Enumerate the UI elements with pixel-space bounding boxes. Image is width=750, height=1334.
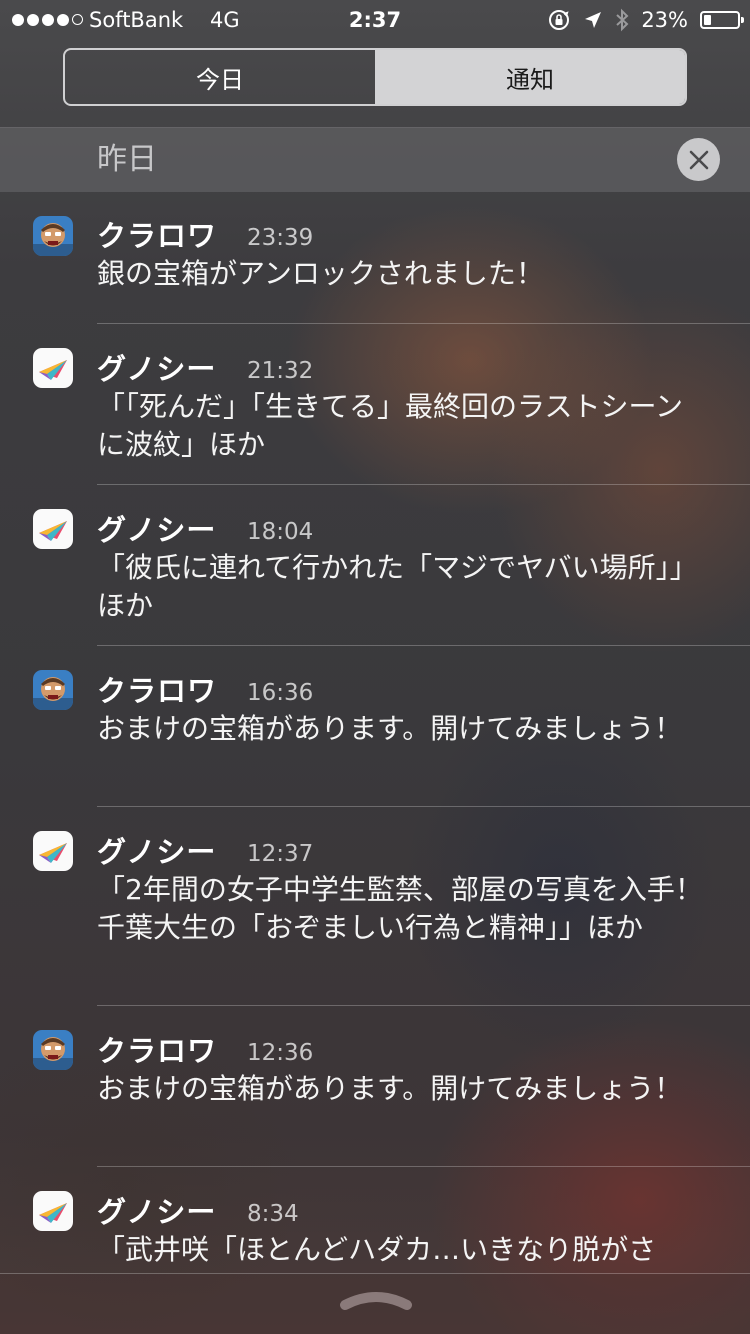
battery-fill bbox=[704, 15, 711, 25]
separator bbox=[97, 1005, 750, 1006]
separator bbox=[97, 323, 750, 324]
separator bbox=[97, 1166, 750, 1167]
chevron-up-grabber-icon[interactable] bbox=[339, 1285, 413, 1317]
bluetooth-icon bbox=[615, 8, 629, 32]
tab-today[interactable]: 今日 bbox=[65, 50, 375, 104]
notification-time: 21:32 bbox=[247, 358, 314, 384]
app-name: グノシー bbox=[97, 352, 217, 386]
gunosy-icon bbox=[33, 1191, 73, 1231]
separator bbox=[97, 806, 750, 807]
notification-time: 18:04 bbox=[247, 519, 314, 545]
notification-message: 「「死んだ」「生きてる」最終回のラストシーンに波紋」ほか bbox=[97, 390, 684, 461]
notification-message: 銀の宝箱がアンロックされました！ bbox=[97, 257, 544, 290]
notification-message: おまけの宝箱があります。開けてみましょう！ bbox=[97, 712, 683, 745]
separator bbox=[97, 484, 750, 485]
blurred-background bbox=[0, 0, 750, 1334]
status-bar: SoftBank 4G 2:37 23% bbox=[0, 0, 750, 40]
app-name: グノシー bbox=[97, 513, 217, 547]
notification-message: 「彼氏に連れて行かれた「マジでヤバい場所」」ほか bbox=[97, 551, 698, 622]
notification-message: おまけの宝箱があります。開けてみましょう！ bbox=[97, 1072, 683, 1105]
notification-time: 16:36 bbox=[247, 680, 314, 706]
notification-time: 8:34 bbox=[247, 1201, 299, 1227]
app-name: グノシー bbox=[97, 835, 217, 869]
section-header: 昨日 bbox=[0, 128, 750, 192]
gunosy-icon bbox=[33, 831, 73, 871]
notification-message: 「武井咲「ほとんどハダカ…いきなり脱がさ bbox=[97, 1233, 657, 1266]
app-name: クラロワ bbox=[97, 1034, 218, 1068]
battery-percent: 23% bbox=[641, 8, 688, 32]
view-segmented-control: 今日 通知 bbox=[63, 48, 687, 106]
notification-time: 12:36 bbox=[247, 1040, 314, 1066]
gunosy-icon bbox=[33, 348, 73, 388]
battery-icon bbox=[700, 11, 744, 29]
clash-royale-icon bbox=[33, 670, 73, 710]
location-arrow-icon bbox=[583, 10, 603, 30]
clear-section-button[interactable] bbox=[677, 138, 720, 181]
tab-notifications[interactable]: 通知 bbox=[375, 50, 685, 104]
clash-royale-icon bbox=[33, 216, 73, 256]
notification-time: 12:37 bbox=[247, 841, 314, 867]
app-name: グノシー bbox=[97, 1195, 217, 1229]
app-name: クラロワ bbox=[97, 674, 218, 708]
section-title: 昨日 bbox=[97, 142, 157, 177]
notification-time: 23:39 bbox=[247, 225, 314, 251]
rotation-lock-icon bbox=[547, 8, 571, 32]
app-name: クラロワ bbox=[97, 219, 218, 253]
clash-royale-icon bbox=[33, 1030, 73, 1070]
status-right-group: 23% bbox=[547, 0, 744, 40]
gunosy-icon bbox=[33, 509, 73, 549]
notification-message: 「2年間の女子中学生監禁、部屋の写真を入手！千葉大生の「おぞましい行為と精神」」… bbox=[97, 873, 703, 944]
close-icon bbox=[689, 150, 708, 169]
separator bbox=[97, 645, 750, 646]
